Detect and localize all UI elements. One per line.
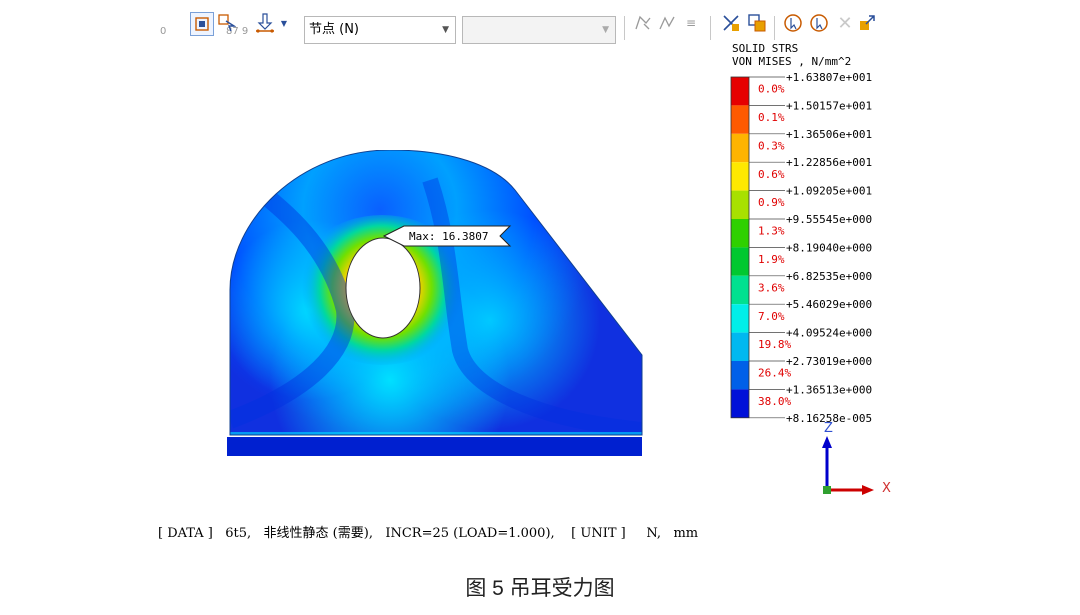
legend-percent-label: 7.0% [758, 310, 785, 323]
legend-level-label: +6.82535e+000 [786, 270, 872, 283]
legend-band [731, 247, 749, 276]
legend-title: SOLID STRS [732, 42, 799, 55]
export-icon[interactable] [856, 12, 878, 34]
select-box-icon[interactable] [190, 12, 214, 36]
legend-level-label: +5.46029e+000 [786, 298, 872, 311]
toolbar-separator [624, 16, 625, 40]
legend-level-label: +1.09205e+001 [786, 185, 872, 198]
legend-band [731, 389, 749, 418]
legend-percent-label: 0.6% [758, 168, 785, 181]
legend-level-label: +1.22856e+001 [786, 156, 872, 169]
legend-band [731, 105, 749, 134]
legend-band [731, 219, 749, 248]
legend-level-label: +1.36513e+000 [786, 383, 872, 396]
secondary-select[interactable]: ▼ [462, 16, 616, 44]
legend-percent-label: 3.6% [758, 281, 785, 294]
legend-percent-label: 1.3% [758, 225, 785, 238]
legend-percent-label: 38.0% [758, 395, 791, 408]
node-type-select-value: 节点 (N) [309, 22, 360, 37]
legend-band [731, 133, 749, 163]
chevron-down-icon[interactable]: ▼ [278, 12, 290, 34]
chevron-down-icon: ▼ [442, 25, 449, 35]
toolbar-separator [710, 16, 711, 40]
axis-triad: Z X [822, 421, 891, 496]
legend-level-label: +8.19040e+000 [786, 241, 872, 254]
node-type-select[interactable]: 节点 (N) ▼ [304, 16, 456, 44]
legend-percent-label: 0.3% [758, 139, 785, 152]
ruler-left: 0 [160, 26, 167, 37]
legend-band [731, 190, 749, 219]
legend-percent-label: 0.9% [758, 196, 785, 209]
legend-percent-label: 26.4% [758, 367, 791, 380]
legend-level-label: +2.73019e+000 [786, 355, 872, 368]
legend-level-label: +1.63807e+001 [786, 71, 872, 84]
select-filter-icon[interactable] [216, 12, 238, 34]
legend-band [731, 275, 749, 305]
toolbar: 0 87 9 ▼ 节点 (N) ▼ ▼ ≡ ✕ [160, 6, 890, 44]
pin-hole [345, 237, 421, 339]
legend-level-label: +1.50157e+001 [786, 99, 872, 112]
legend-band [731, 332, 749, 361]
select-polyline-icon[interactable] [656, 12, 678, 34]
max-label: Max: 16.3807 [409, 230, 488, 243]
legend-percent-label: 0.0% [758, 83, 785, 96]
select-all-icon[interactable] [746, 12, 768, 34]
legend-percent-label: 1.9% [758, 253, 785, 266]
toolbar-separator [774, 16, 775, 40]
select-polygon-icon[interactable] [632, 12, 654, 34]
figure-caption: 图 5 吊耳受力图 [465, 577, 615, 600]
legend-level-label: +1.36506e+001 [786, 128, 872, 141]
cursor-query-icon[interactable] [808, 12, 830, 34]
legend-band [731, 77, 749, 106]
list-icon[interactable]: ≡ [680, 12, 702, 34]
close-icon[interactable]: ✕ [834, 12, 856, 34]
legend-percent-label: 0.1% [758, 111, 785, 124]
cursor-pick-icon[interactable] [782, 12, 804, 34]
base-plate [227, 437, 642, 456]
legend-level-label: +4.09524e+000 [786, 327, 872, 340]
unselect-icon[interactable] [720, 12, 742, 34]
contour-model: Max: 16.3807 [227, 150, 643, 456]
node-pick-icon[interactable] [254, 12, 276, 34]
legend-band [731, 162, 749, 191]
legend-level-label: +9.55545e+000 [786, 213, 872, 226]
chevron-down-icon: ▼ [602, 25, 609, 35]
x-axis-label: X [882, 481, 891, 496]
contour-legend: +1.63807e+001 +1.50157e+001 +1.36506e+001 +… [730, 71, 872, 425]
max-annotation: Max: 16.3807 [382, 225, 512, 247]
legend-band [731, 304, 749, 333]
status-bar: [ DATA ] 6t5, 非线性静态 (需要), INCR=25 (LOAD=… [158, 526, 699, 541]
legend-band [731, 361, 749, 390]
z-axis-label: Z [824, 421, 833, 436]
legend-percent-label: 19.8% [758, 338, 791, 351]
